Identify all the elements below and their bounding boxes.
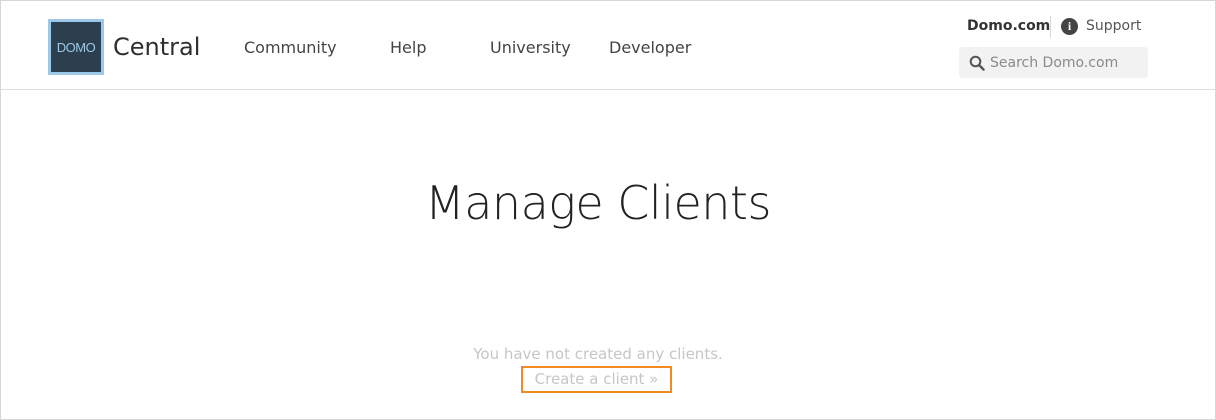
nav-developer[interactable]: Developer — [609, 38, 691, 57]
page-title: Manage Clients — [425, 176, 771, 230]
site-header: DOMO Central Community Help University D… — [0, 0, 1216, 90]
domo-com-link[interactable]: Domo.com — [967, 18, 1050, 34]
info-icon: i — [1061, 18, 1078, 35]
domo-logo[interactable]: DOMO — [48, 19, 104, 75]
search-input[interactable] — [990, 47, 1140, 78]
logo-text: DOMO — [51, 22, 101, 72]
nav-university[interactable]: University — [490, 38, 571, 57]
brand-name[interactable]: Central — [113, 33, 200, 61]
nav-community[interactable]: Community — [244, 38, 337, 57]
divider — [1050, 16, 1051, 38]
empty-state-message: You have not created any clients. — [473, 345, 723, 363]
nav-help[interactable]: Help — [390, 38, 426, 57]
search-box[interactable] — [959, 47, 1148, 78]
support-link[interactable]: Support — [1086, 18, 1141, 34]
search-icon — [969, 55, 985, 71]
create-client-link[interactable]: Create a client » — [521, 366, 672, 393]
